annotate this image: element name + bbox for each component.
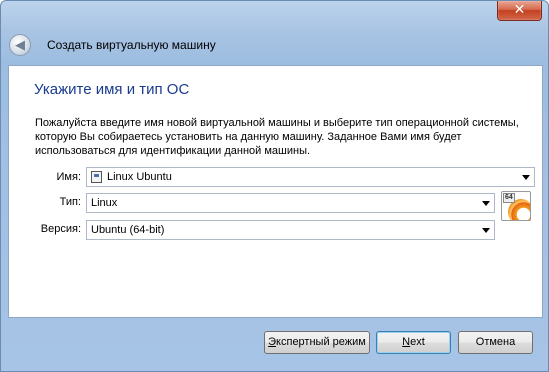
expert-mode-label: кспертный режим: [276, 336, 366, 348]
chevron-down-icon: [482, 201, 490, 206]
glass-background-blur: [151, 7, 481, 37]
chevron-down-icon: [522, 175, 530, 180]
back-button[interactable]: ◀: [9, 34, 31, 56]
virtual-machine-icon: [91, 171, 102, 183]
type-value: Linux: [91, 197, 118, 209]
wizard-title: Создать виртуальную машину: [47, 38, 216, 52]
name-value: Linux Ubuntu: [107, 171, 172, 183]
button-bar: Экспертный режим Next Отмена: [1, 317, 548, 371]
page-heading: Укажите имя и тип ОС: [34, 81, 190, 98]
chevron-down-icon: [482, 228, 490, 233]
cancel-button[interactable]: Отмена: [458, 331, 533, 354]
page-description: Пожалуйста введите имя новой виртуальной…: [35, 117, 519, 157]
back-arrow-icon: ◀: [15, 37, 25, 52]
close-button[interactable]: ✕: [497, 1, 542, 21]
expert-mode-mnemonic: Э: [268, 336, 277, 348]
version-select[interactable]: Ubuntu (64-bit): [86, 220, 495, 240]
wizard-window: ✕ ◀ Создать виртуальную машину Укажите и…: [0, 0, 549, 372]
ubuntu-icon: 64: [501, 191, 531, 221]
name-combobox[interactable]: Linux Ubuntu: [86, 167, 535, 187]
next-mnemonic: N: [402, 336, 411, 348]
type-select[interactable]: Linux: [86, 193, 495, 213]
type-label: Тип:: [59, 196, 81, 208]
name-label: Имя:: [56, 171, 81, 183]
version-value: Ubuntu (64-bit): [91, 224, 165, 236]
next-button[interactable]: Next: [376, 331, 451, 354]
bitness-badge: 64: [503, 193, 515, 203]
expert-mode-button[interactable]: Экспертный режим: [264, 331, 370, 354]
next-label: ext: [410, 336, 425, 348]
version-label: Версия:: [40, 223, 81, 235]
content-panel: Укажите имя и тип ОС Пожалуйста введите …: [8, 65, 543, 318]
